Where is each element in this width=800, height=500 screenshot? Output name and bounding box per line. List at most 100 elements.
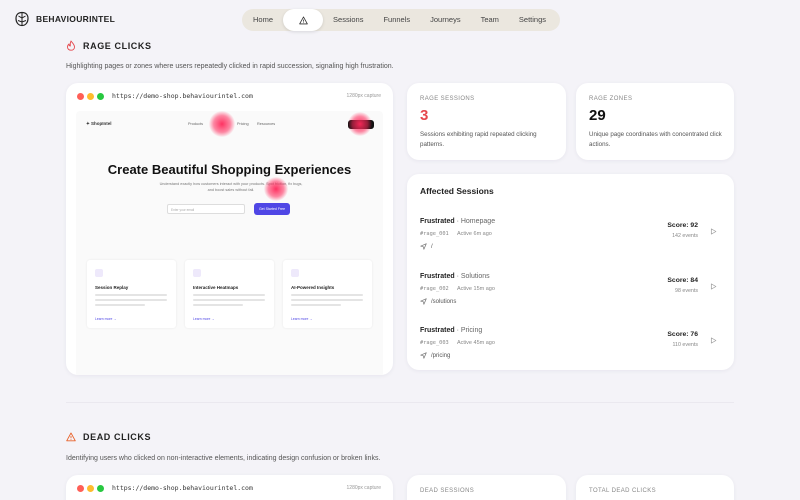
session-page: · Solutions xyxy=(454,273,490,280)
stat-value: 3 xyxy=(420,107,429,124)
stat-label: RAGE SESSIONS xyxy=(420,96,475,102)
feature-card: AI-Powered Insights Learn more → xyxy=(283,260,372,328)
feature-title: Session Replay xyxy=(95,285,129,290)
session-events: 142 events xyxy=(672,233,698,239)
top-bar: BEHAVIOURINTEL Home Sessions Funnels Jou… xyxy=(0,0,800,40)
window-close-dot xyxy=(77,485,84,492)
session-active-time: Active 6m ago xyxy=(457,231,492,237)
affected-sessions-card: Affected Sessions Frustrated · Homepage … xyxy=(407,174,734,370)
capture-size: 1280px capture xyxy=(346,485,381,491)
capture-size: 1280px capture xyxy=(346,93,381,99)
feature-title: AI-Powered Insights xyxy=(291,285,335,290)
rage-description: Highlighting pages or zones where users … xyxy=(66,63,394,70)
session-events: 110 events xyxy=(672,342,698,348)
site-nav-pricing: Pricing xyxy=(237,122,249,126)
rage-sessions-stat: RAGE SESSIONS 3 Sessions exhibiting rapi… xyxy=(407,83,566,160)
stat-description: Unique page coordinates with concentrate… xyxy=(589,131,722,148)
rage-heat-spot xyxy=(264,177,288,201)
session-id: #rage_001 xyxy=(420,231,449,237)
session-status: Frustrated xyxy=(420,218,455,225)
rage-title: RAGE CLICKS xyxy=(83,40,152,51)
play-icon[interactable] xyxy=(710,337,717,344)
nav-team[interactable]: Team xyxy=(471,9,509,31)
session-score: Score: 92 xyxy=(667,222,698,229)
session-path: /pricing xyxy=(420,352,450,359)
dead-title: DEAD CLICKS xyxy=(83,432,152,442)
dead-clicks-total-stat: TOTAL DEAD CLICKS xyxy=(576,475,734,500)
session-path: / xyxy=(420,243,433,250)
feature-text-line xyxy=(291,294,363,296)
site-nav-resources: Resources xyxy=(257,122,276,126)
stat-label: RAGE ZONES xyxy=(589,96,633,102)
dead-sessions-stat: DEAD SESSIONS xyxy=(407,475,566,500)
play-icon[interactable] xyxy=(710,228,717,235)
session-path-text: /solutions xyxy=(431,298,457,305)
stat-label: DEAD SESSIONS xyxy=(420,488,475,494)
feature-text-line xyxy=(95,304,145,306)
session-id: #rage_002 xyxy=(420,286,449,292)
session-path-text: / xyxy=(431,243,433,250)
window-maximize-dot xyxy=(97,485,104,492)
brand[interactable]: BEHAVIOURINTEL xyxy=(14,11,115,27)
feature-text-line xyxy=(291,304,341,306)
window-close-dot xyxy=(77,93,84,100)
rage-section-title: RAGE CLICKS xyxy=(66,40,152,51)
session-row[interactable]: Frustrated · Pricing #rage_003 Active 45… xyxy=(407,327,734,377)
hero-email-input: Enter your email xyxy=(167,204,245,214)
feature-icon xyxy=(193,269,201,277)
hero-title: Create Beautiful Shopping Experiences xyxy=(107,162,352,177)
navigation-arrow-icon xyxy=(420,352,427,359)
brand-name: BEHAVIOURINTEL xyxy=(36,14,116,24)
affected-sessions-title: Affected Sessions xyxy=(420,186,494,196)
rage-heat-spot xyxy=(209,111,235,137)
session-active-time: Active 15m ago xyxy=(457,286,495,292)
session-page: · Homepage xyxy=(454,218,496,225)
session-status: Frustrated xyxy=(420,273,455,280)
browser-bar: https://demo-shop.behaviourintel.com 128… xyxy=(66,475,393,500)
feature-link: Learn more → xyxy=(95,317,117,321)
feature-link: Learn more → xyxy=(193,317,215,321)
feature-link: Learn more → xyxy=(291,317,313,321)
stat-value: 29 xyxy=(589,107,606,124)
feature-text-line xyxy=(193,299,265,301)
session-path-text: /pricing xyxy=(431,352,451,359)
nav-alerts[interactable] xyxy=(283,9,324,31)
nav-home[interactable]: Home xyxy=(242,9,283,31)
window-minimize-dot xyxy=(87,485,94,492)
section-divider xyxy=(66,402,734,403)
browser-bar: https://demo-shop.behaviourintel.com 128… xyxy=(66,83,393,109)
session-score: Score: 84 xyxy=(667,277,698,284)
stat-label: TOTAL DEAD CLICKS xyxy=(589,488,657,494)
session-events: 98 events xyxy=(675,288,698,294)
navigation-arrow-icon xyxy=(420,298,427,305)
browser-url: https://demo-shop.behaviourintel.com xyxy=(112,92,253,100)
session-row[interactable]: Frustrated · Homepage #rage_001 Active 6… xyxy=(407,218,734,268)
nav-journeys[interactable]: Journeys xyxy=(420,9,470,31)
session-active-time: Active 45m ago xyxy=(457,340,495,346)
rage-zones-stat: RAGE ZONES 29 Unique page coordinates wi… xyxy=(576,83,734,160)
session-title: Frustrated · Pricing xyxy=(420,327,482,334)
feature-text-line xyxy=(291,299,363,301)
main-nav: Home Sessions Funnels Journeys Team Sett… xyxy=(242,9,560,31)
window-maximize-dot xyxy=(97,93,104,100)
session-id: #rage_003 xyxy=(420,340,449,346)
rage-heatmap-card: https://demo-shop.behaviourintel.com 128… xyxy=(66,83,393,375)
browser-url: https://demo-shop.behaviourintel.com xyxy=(112,484,253,492)
hero-cta-button: Get Started Free xyxy=(254,203,290,215)
feature-icon xyxy=(291,269,299,277)
feature-card: Session Replay Learn more → xyxy=(87,260,176,328)
warning-triangle-icon xyxy=(298,15,308,24)
dead-description: Identifying users who clicked on non-int… xyxy=(66,455,381,462)
nav-funnels[interactable]: Funnels xyxy=(373,9,420,31)
feature-text-line xyxy=(193,304,243,306)
session-path: /solutions xyxy=(420,298,456,305)
site-nav-products: Products xyxy=(188,122,203,126)
nav-sessions[interactable]: Sessions xyxy=(323,9,373,31)
nav-settings[interactable]: Settings xyxy=(509,9,556,31)
navigation-arrow-icon xyxy=(420,243,427,250)
session-score: Score: 76 xyxy=(667,331,698,338)
play-icon[interactable] xyxy=(710,283,717,290)
flame-icon xyxy=(67,40,75,51)
session-title: Frustrated · Solutions xyxy=(420,273,490,280)
session-row[interactable]: Frustrated · Solutions #rage_002 Active … xyxy=(407,273,734,323)
